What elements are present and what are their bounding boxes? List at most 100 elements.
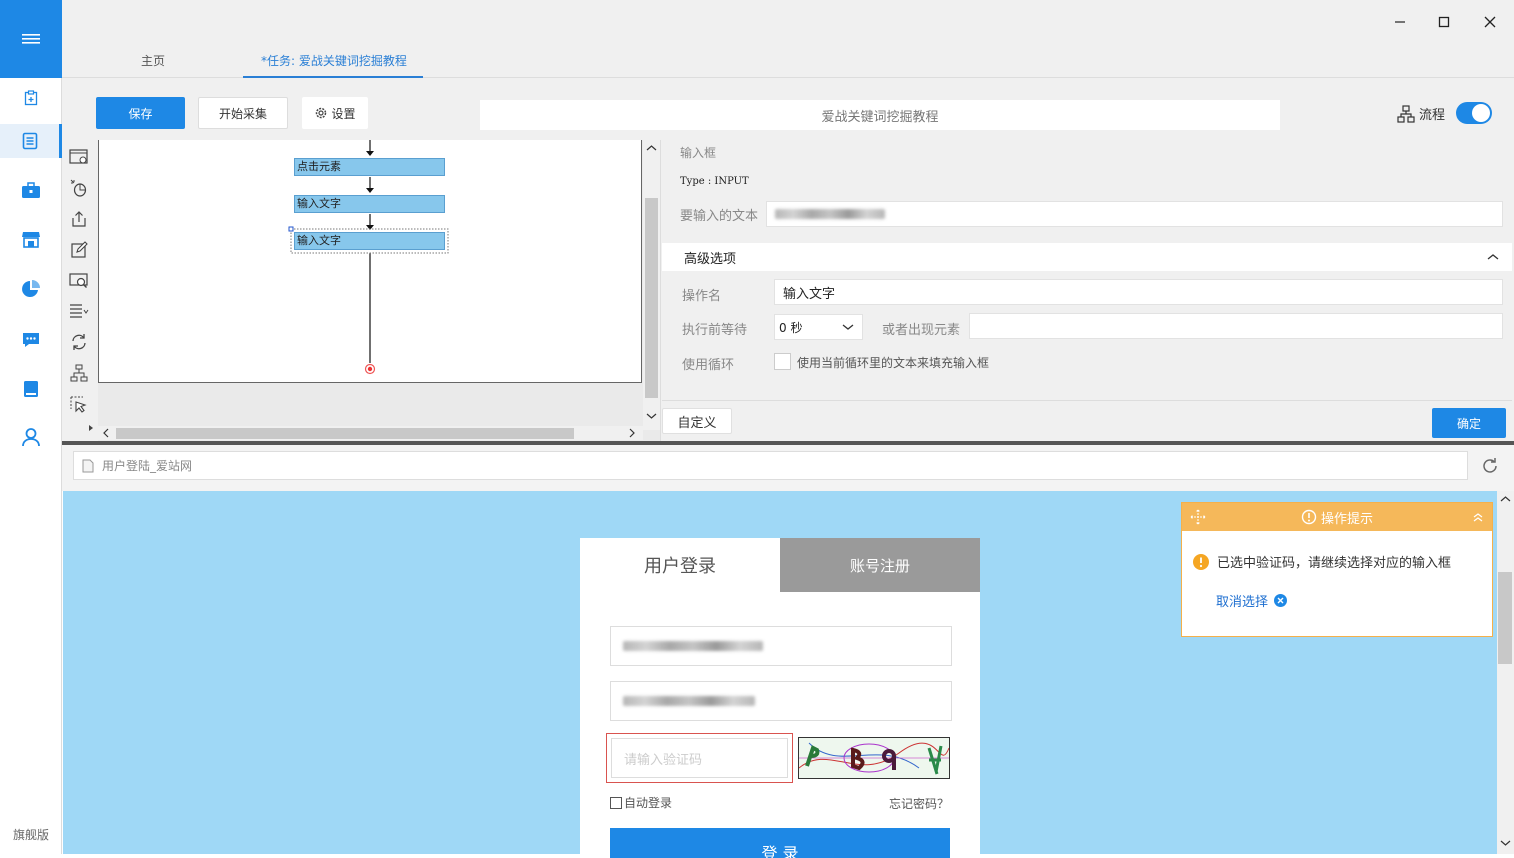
sidebar-item-toolbox[interactable] (0, 173, 62, 207)
flow-node-input-text[interactable]: 输入文字 (294, 195, 445, 213)
flow-label-text: 流程 (1419, 108, 1446, 123)
maximize-icon (1438, 16, 1450, 28)
blurred-username (623, 641, 763, 651)
warning-circle-icon (1193, 553, 1209, 570)
edit-icon (71, 241, 88, 258)
captcha-image[interactable] (798, 737, 950, 779)
toolbox-expand-button[interactable] (86, 423, 96, 433)
loop-tool[interactable] (68, 331, 90, 353)
condition-tool[interactable] (68, 362, 90, 384)
captcha-search-icon (69, 273, 88, 288)
user-icon (22, 428, 40, 447)
use-loop-checkbox-label: 使用当前循环里的文本来填充输入框 (797, 356, 990, 370)
username-input[interactable] (610, 626, 952, 666)
tab-user-login[interactable]: 用户登录 (580, 538, 780, 592)
custom-button[interactable]: 自定义 (662, 408, 732, 434)
sidebar-item-data[interactable] (0, 272, 62, 306)
document-icon (22, 132, 37, 150)
open-page-tool[interactable] (68, 146, 90, 168)
operation-tip-header[interactable]: 操作提示 (1182, 503, 1492, 531)
save-button[interactable]: 保存 (96, 97, 185, 129)
flow-horizontal-scroll-thumb[interactable] (116, 428, 574, 439)
chevron-right-icon (629, 428, 635, 438)
briefcase-icon (22, 182, 40, 198)
web-vertical-scrollbar[interactable] (1497, 491, 1514, 854)
chevron-up-icon (1500, 496, 1511, 502)
chevron-up-icon (1487, 254, 1499, 260)
chevron-down-icon (842, 324, 854, 330)
cancel-selection-link[interactable]: 取消选择 (1216, 591, 1288, 610)
auto-login-checkbox[interactable] (610, 796, 622, 809)
sidebar-item-messages[interactable] (0, 323, 62, 357)
flow-vertical-scroll-thumb[interactable] (645, 198, 658, 398)
pie-chart-icon (22, 280, 40, 297)
operation-name-label: 操作名 (682, 289, 722, 304)
confirm-button[interactable]: 确定 (1432, 408, 1506, 438)
recognize-captcha-tool[interactable] (68, 270, 90, 292)
chevron-left-icon (103, 428, 109, 438)
maximize-button[interactable] (1434, 12, 1454, 32)
element-type: Type : INPUT (680, 176, 749, 187)
section-title: 输入框 (680, 146, 717, 160)
collapse-up-icon[interactable] (1472, 511, 1484, 523)
switch-dropdown-tool[interactable] (68, 300, 90, 322)
operation-tip-title: 操作提示 (1320, 511, 1373, 527)
sidebar-item-account[interactable] (0, 420, 62, 454)
edition-label: 旗舰版 (12, 828, 49, 842)
text-to-input-label: 要输入的文本 (680, 209, 759, 224)
settings-button[interactable]: 设置 (302, 97, 368, 129)
extract-data-tool[interactable] (68, 208, 90, 230)
browser-window-icon (69, 149, 88, 164)
sidebar-item-tasks[interactable] (0, 124, 62, 158)
captcha-input[interactable]: 请输入验证码 (611, 738, 788, 778)
flow-node-input-text-selected[interactable]: 输入文字 (294, 232, 445, 250)
menu-button[interactable] (0, 0, 62, 78)
password-input[interactable] (610, 681, 952, 721)
or-element-appears-field[interactable] (969, 313, 1503, 339)
advanced-options-label: 高级选项 (684, 251, 737, 267)
click-element-tool[interactable] (68, 177, 90, 199)
export-icon (72, 211, 86, 227)
use-loop-checkbox[interactable] (774, 353, 791, 370)
refresh-loop-icon (72, 334, 86, 350)
task-name-field[interactable]: 爱战关键词挖掘教程 (480, 100, 1280, 130)
mouse-hover-tool[interactable] (68, 394, 90, 416)
page-title: 用户登陆_爱站网 (102, 459, 193, 473)
blurred-text (775, 209, 885, 219)
operation-tip-message-row: 已选中验证码，请继续选择对应的输入框 (1193, 552, 1451, 571)
auto-login-label: 自动登录 (624, 796, 673, 810)
web-scroll-thumb[interactable] (1498, 572, 1512, 664)
tab-task[interactable]: *任务: 爱战关键词挖掘教程 (261, 52, 407, 69)
url-bar[interactable]: 用户登陆_爱站网 (73, 451, 1468, 480)
sidebar-item-market[interactable] (0, 222, 62, 256)
minimize-button[interactable] (1390, 12, 1410, 32)
start-collect-button[interactable]: 开始采集 (198, 97, 288, 129)
forgot-password-link[interactable]: 忘记密码？ (889, 795, 949, 812)
flow-canvas[interactable] (98, 140, 642, 383)
sidebar-item-new-task[interactable] (0, 81, 62, 115)
input-text-tool[interactable] (68, 239, 90, 261)
flow-toggle[interactable] (1456, 102, 1492, 124)
operation-name-field[interactable]: 输入文字 (774, 279, 1503, 305)
flow-toggle-label: 流程 (1397, 104, 1445, 123)
tab-home[interactable]: 主页 (141, 52, 165, 69)
refresh-icon (1483, 458, 1497, 473)
settings-label: 设置 (331, 106, 356, 121)
hamburger-icon (22, 34, 40, 44)
chevron-down-icon (646, 413, 657, 419)
close-window-button[interactable] (1480, 12, 1500, 32)
tab-register[interactable]: 账号注册 (780, 538, 980, 592)
info-circle-icon (1301, 509, 1317, 525)
minimize-icon (1395, 21, 1405, 23)
reload-button[interactable] (1480, 456, 1500, 476)
flow-connectors (288, 140, 449, 375)
wait-before-select[interactable]: 0 秒 (774, 314, 863, 340)
auto-login-option[interactable]: 自动登录 (610, 794, 672, 811)
move-icon[interactable] (1190, 509, 1206, 525)
advanced-options-header[interactable]: 高级选项 (662, 243, 1512, 271)
cancel-selection-label: 取消选择 (1216, 595, 1269, 610)
text-to-input-field[interactable] (766, 201, 1503, 227)
flow-node-click-element[interactable]: 点击元素 (294, 158, 445, 176)
sidebar-item-tutorials[interactable] (0, 372, 62, 406)
mouse-click-icon (70, 179, 87, 197)
